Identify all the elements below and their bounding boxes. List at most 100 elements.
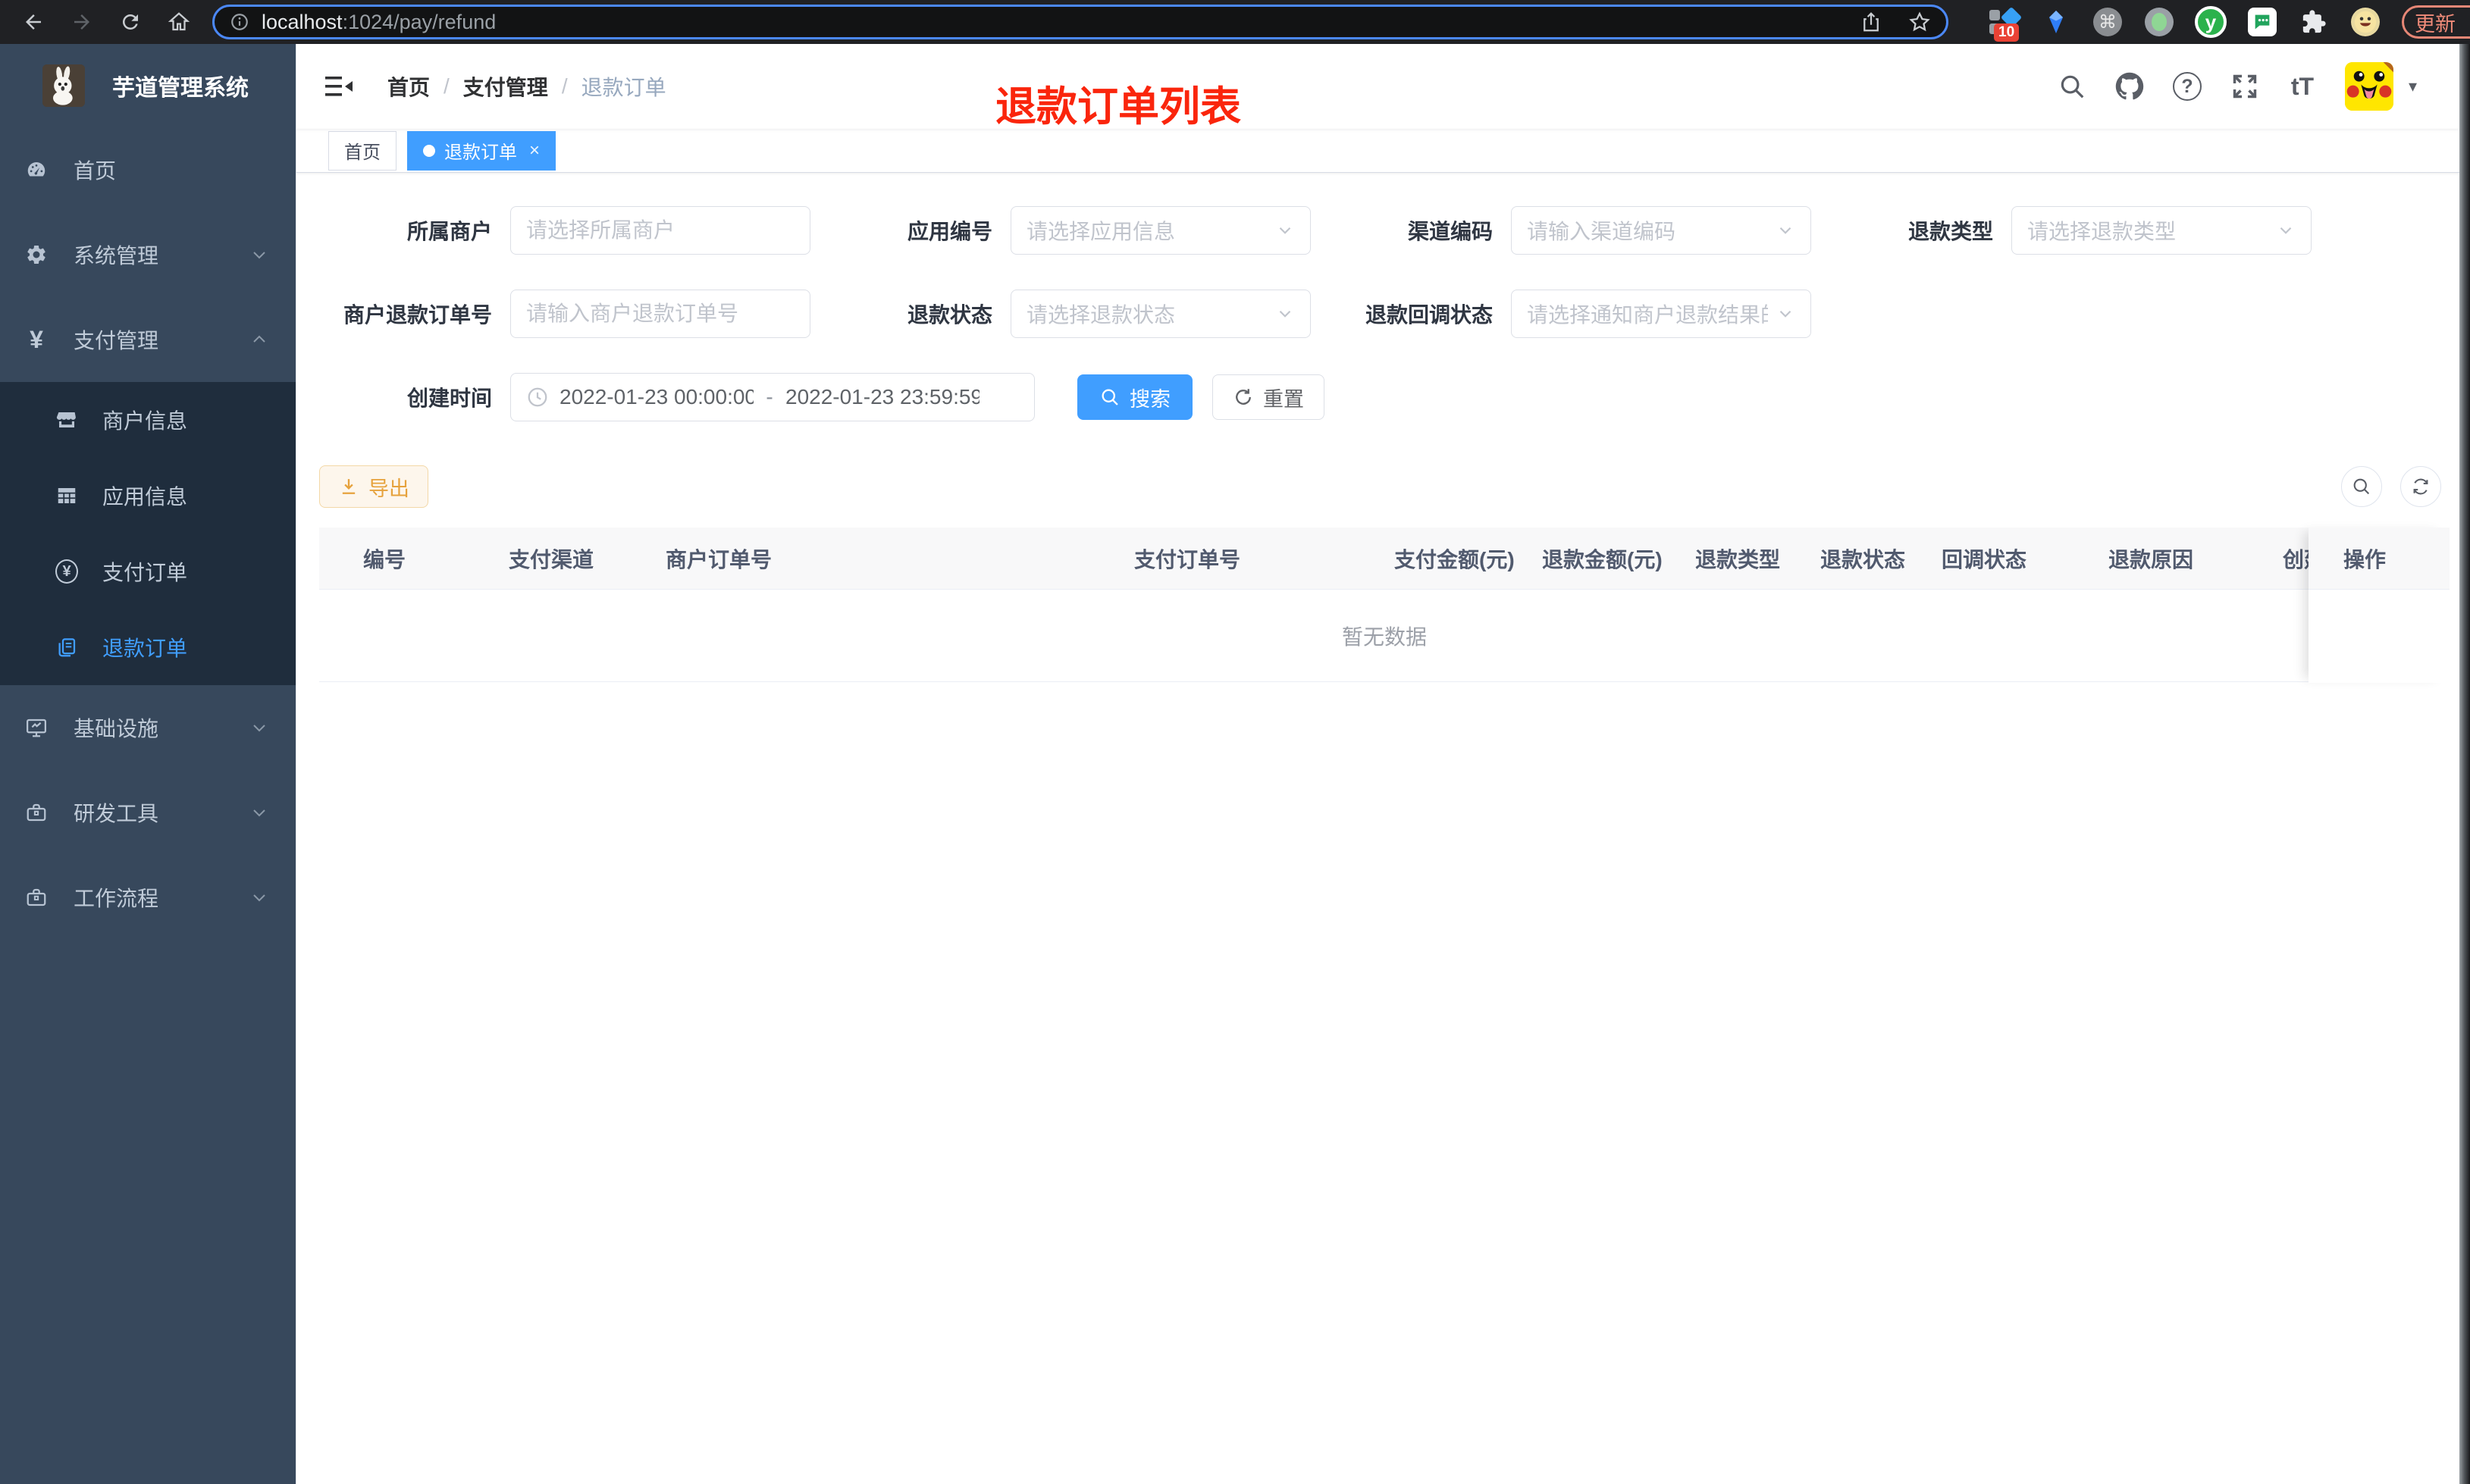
page-content: 所属商户 应用编号 请选择应用信息 渠道编码 请输入渠道编码	[296, 173, 2459, 683]
search-icon[interactable]	[2057, 71, 2087, 102]
sidebar-item-refund-order[interactable]: 退款订单	[0, 609, 296, 685]
share-icon[interactable]	[1860, 11, 1882, 33]
chevron-down-icon	[1279, 310, 1291, 318]
avatar-caret-icon[interactable]: ▾	[2409, 77, 2417, 96]
extension-chat-icon[interactable]	[2246, 5, 2279, 39]
sidebar-item-dev-tools[interactable]: 研发工具	[0, 770, 296, 855]
sidebar-item-label: 支付管理	[74, 329, 159, 352]
sidebar-item-merchant-info[interactable]: 商户信息	[0, 382, 296, 458]
filter-create-time: 创建时间 2022-01-23 00:00:00 - 2022-01-23 23…	[319, 373, 1035, 421]
sidebar-item-infrastructure[interactable]: 基础设施	[0, 685, 296, 770]
font-size-icon[interactable]: tT	[2287, 71, 2318, 102]
filter-label: 退款回调状态	[1365, 303, 1493, 327]
extension-circle-icon[interactable]	[2142, 5, 2176, 39]
store-icon	[55, 409, 78, 431]
sidebar-item-home[interactable]: 首页	[0, 127, 296, 212]
channel-select[interactable]: 请输入渠道编码	[1511, 206, 1811, 255]
chevron-down-icon	[2280, 227, 2292, 234]
extension-puzzle-icon[interactable]	[2297, 5, 2331, 39]
select-placeholder: 请输入渠道编码	[1527, 220, 1676, 243]
sidebar-item-label: 支付订单	[102, 561, 188, 584]
sidebar-item-label: 基础设施	[74, 717, 159, 740]
help-icon[interactable]: ?	[2172, 71, 2202, 102]
extension-emoji-icon[interactable]	[2349, 5, 2382, 39]
table-tools	[2341, 466, 2441, 507]
browser-update-button[interactable]: 更新 ⋮	[2402, 5, 2470, 39]
app-logo-row[interactable]: 芋道管理系统	[0, 44, 296, 127]
sidebar-item-system[interactable]: 系统管理	[0, 212, 296, 297]
browser-home-button[interactable]	[164, 7, 194, 37]
site-info-icon[interactable]	[230, 12, 249, 32]
filter-merchant: 所属商户	[319, 206, 810, 255]
filter-row-1: 所属商户 应用编号 请选择应用信息 渠道编码 请输入渠道编码	[319, 206, 2449, 255]
extension-tabs-icon[interactable]: 10	[1988, 5, 2023, 42]
gear-icon	[25, 243, 48, 266]
tab-home[interactable]: 首页	[328, 130, 397, 171]
extension-badge: 10	[1994, 23, 2020, 42]
merchant-refund-no-input[interactable]	[510, 290, 810, 338]
browser-back-button[interactable]	[18, 7, 49, 37]
extension-y-icon[interactable]: y	[2194, 5, 2227, 39]
tab-close-icon[interactable]: ×	[529, 140, 540, 161]
extension-command-icon[interactable]: ⌘	[2091, 5, 2124, 39]
breadcrumb-payment[interactable]: 支付管理	[463, 71, 548, 102]
filter-label: 渠道编码	[1407, 220, 1493, 243]
toolbox-icon	[25, 801, 48, 824]
avatar[interactable]	[2344, 62, 2393, 111]
date-separator: -	[766, 385, 773, 409]
github-icon[interactable]	[2114, 71, 2145, 102]
reset-button[interactable]: 重置	[1212, 374, 1324, 420]
sidebar-item-label: 工作流程	[74, 887, 159, 910]
th-operation: 操作	[2309, 528, 2450, 590]
url-path: :1024/pay/refund	[342, 10, 497, 33]
filter-label: 退款类型	[1907, 220, 1993, 243]
refund-table: 编号 支付渠道 商户订单号 支付订单号 支付金额(元) 退款金额(元) 退款类型…	[319, 528, 2450, 683]
select-placeholder: 请选择通知商户退款结果的回调状态	[1527, 303, 1768, 327]
sidebar-item-pay-order[interactable]: ¥ 支付订单	[0, 534, 296, 609]
tab-refund-order[interactable]: 退款订单 ×	[407, 130, 556, 171]
navbar: 首页 / 支付管理 / 退款订单 退款订单列表 ? tT ▾	[296, 44, 2459, 130]
th-notify-status: 回调状态	[1942, 547, 2027, 571]
screen: localhost:1024/pay/refund 10 ⌘ y 更新 芋道管…	[0, 0, 2470, 1484]
extension-gem-icon[interactable]	[2039, 5, 2073, 39]
merchant-input[interactable]	[510, 206, 810, 255]
refund-type-select[interactable]: 请选择退款类型	[2011, 206, 2312, 255]
sidebar-fold-icon[interactable]	[324, 73, 354, 100]
notify-status-select[interactable]: 请选择通知商户退款结果的回调状态	[1511, 290, 1811, 338]
sidebar-item-workflow[interactable]: 工作流程	[0, 855, 296, 940]
sidebar-item-app-info[interactable]: 应用信息	[0, 458, 296, 534]
fullscreen-icon[interactable]	[2230, 71, 2260, 102]
clock-icon	[528, 387, 547, 407]
date-range-picker[interactable]: 2022-01-23 00:00:00 - 2022-01-23 23:59:5…	[510, 373, 1035, 421]
th-pay-order: 支付订单号	[1134, 547, 1241, 571]
browser-forward-button[interactable]	[67, 7, 97, 37]
date-end-value: 2022-01-23 23:59:59	[785, 385, 980, 409]
dashboard-icon	[25, 158, 48, 181]
app-title: 芋道管理系统	[112, 76, 249, 101]
yen-circle-icon: ¥	[55, 559, 78, 584]
export-button[interactable]: 导出	[319, 465, 428, 508]
refresh-table-button[interactable]	[2400, 466, 2441, 507]
sidebar-item-label: 退款订单	[102, 637, 188, 660]
sidebar-item-label: 研发工具	[74, 802, 159, 825]
search-button[interactable]: 搜索	[1077, 374, 1193, 420]
th-refund-amount: 退款金额(元)	[1542, 547, 1663, 571]
browser-refresh-button[interactable]	[115, 7, 146, 37]
bookmark-star-icon[interactable]	[1908, 11, 1931, 33]
chevron-down-icon	[1779, 227, 1791, 234]
table-toolbar: 导出	[319, 465, 2449, 508]
url-bar[interactable]: localhost:1024/pay/refund	[212, 5, 1948, 39]
download-icon	[342, 479, 356, 494]
th-pay-amount: 支付金额(元)	[1394, 547, 1515, 571]
sidebar-item-payment[interactable]: ¥ 支付管理	[0, 297, 296, 382]
breadcrumb-home[interactable]: 首页	[387, 71, 430, 102]
refund-status-select[interactable]: 请选择退款状态	[1011, 290, 1311, 338]
app-select[interactable]: 请选择应用信息	[1011, 206, 1311, 255]
breadcrumb: 首页 / 支付管理 / 退款订单	[387, 71, 666, 102]
sidebar-item-label: 系统管理	[74, 244, 159, 268]
show-search-toggle-button[interactable]	[2341, 466, 2382, 507]
window-edge-scrollbar[interactable]	[2459, 44, 2470, 1484]
select-placeholder: 请选择应用信息	[1027, 220, 1176, 243]
update-label: 更新	[2415, 12, 2456, 36]
browser-menu-icon[interactable]: ⋮	[2466, 10, 2470, 35]
